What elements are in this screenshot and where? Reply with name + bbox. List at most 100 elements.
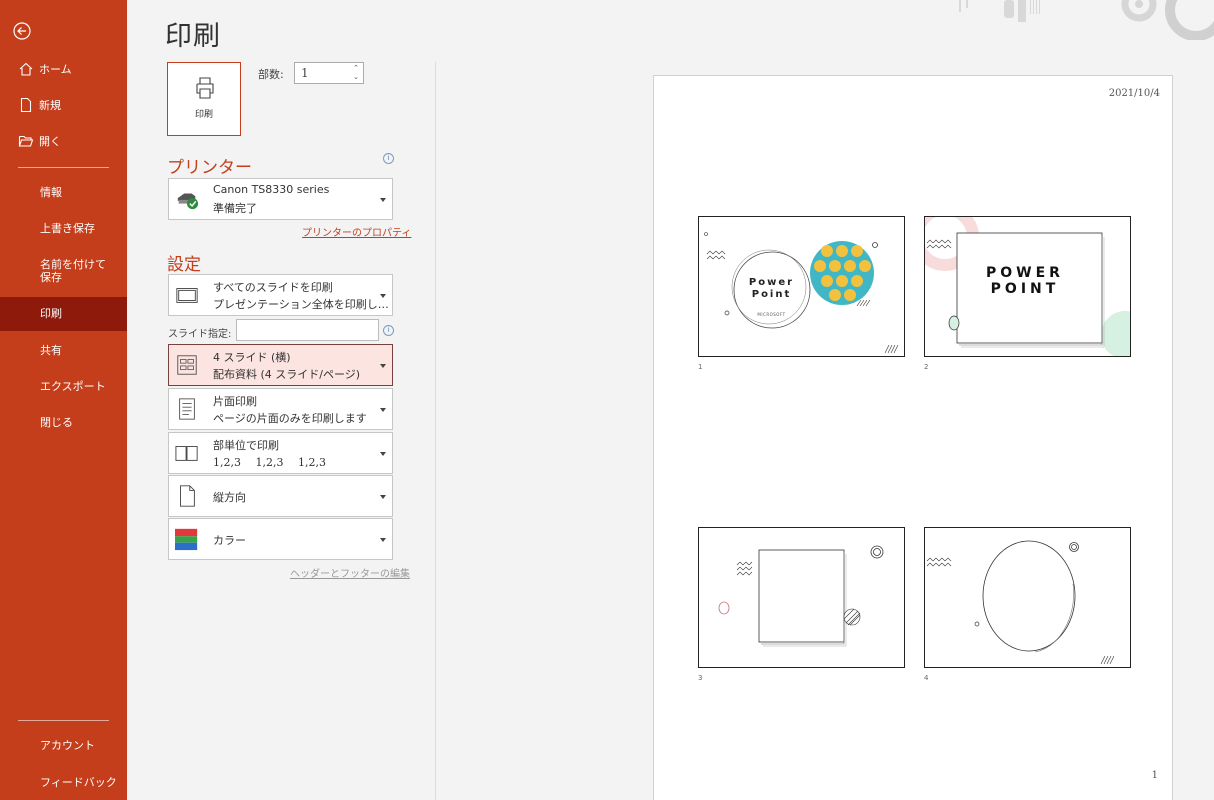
new-document-icon: [20, 97, 32, 113]
printer-dropdown[interactable]: Canon TS8330 series 準備完了: [168, 178, 393, 220]
nav-export-label: エクスポート: [40, 379, 106, 393]
nav-info-label: 情報: [40, 185, 62, 199]
chevron-down-icon: [380, 364, 386, 368]
preview-date: 2021/10/4: [1108, 88, 1160, 99]
print-button[interactable]: 印刷: [167, 62, 241, 136]
slide-thumbnail-3: [698, 527, 905, 668]
header-footer-link[interactable]: ヘッダーとフッターの編集: [290, 565, 410, 580]
nav-close-label: 閉じる: [40, 415, 73, 429]
layout-desc: 配布資料 (4 スライド/ページ): [213, 368, 361, 381]
sidebar-divider-bottom: [18, 720, 109, 721]
slide-number-2: 2: [924, 363, 929, 371]
nav-print[interactable]: 印刷: [0, 297, 127, 331]
collate-dropdown[interactable]: 部単位で印刷 1,2,3 1,2,3 1,2,3: [168, 432, 393, 474]
sides-dropdown[interactable]: 片面印刷 ページの片面のみを印刷します: [168, 388, 393, 430]
color-dropdown[interactable]: カラー: [168, 518, 393, 560]
color-icon: [175, 528, 198, 551]
nav-home[interactable]: ホーム: [0, 52, 127, 86]
color-label: カラー: [213, 534, 246, 547]
decorative-pattern-icon: [959, 0, 1214, 40]
slides-input[interactable]: [236, 319, 379, 341]
nav-feedback[interactable]: フィードバック: [0, 766, 127, 800]
printer-heading: プリンター: [167, 158, 252, 178]
slide-number-4: 4: [924, 674, 929, 682]
slide-3-artwork: [718, 545, 884, 647]
nav-open-label: 開く: [39, 135, 61, 148]
collate-desc: 1,2,3 1,2,3 1,2,3: [213, 456, 326, 469]
slide-number-3: 3: [698, 674, 703, 682]
back-arrow-icon[interactable]: [12, 21, 32, 41]
sides-desc: ページの片面のみを印刷します: [213, 412, 367, 425]
nav-share-label: 共有: [40, 343, 62, 357]
print-preview-page[interactable]: 2021/10/4 Power Point MICROSOFT 1 POWER …: [653, 75, 1173, 800]
slide-1-title-line2: Point: [751, 289, 792, 300]
panel-divider: [435, 62, 436, 800]
copies-input[interactable]: 1 ⌃ ⌄: [294, 62, 364, 84]
info-icon[interactable]: i: [383, 153, 394, 164]
backstage-sidebar: ホーム 新規 開く 情報 上書き保存 名前を付けて保存 印刷 共有 エクスポート…: [0, 0, 127, 800]
printer-status: 準備完了: [213, 202, 257, 215]
nav-feedback-label: フィードバック: [40, 775, 117, 789]
slide-thumbnail-4: [924, 527, 1131, 668]
portrait-icon: [180, 485, 195, 507]
sidebar-divider: [18, 167, 109, 168]
print-range-desc: プレゼンテーション全体を印刷し…: [213, 298, 389, 311]
slide-thumbnail-1: Power Point MICROSOFT: [698, 216, 905, 357]
orientation-label: 縦方向: [213, 491, 246, 504]
copies-spinner[interactable]: ⌃ ⌄: [353, 64, 359, 82]
chevron-down-icon: [380, 495, 386, 499]
chevron-down-icon: [380, 198, 386, 202]
nav-info[interactable]: 情報: [0, 176, 127, 210]
printer-ready-icon: [177, 193, 199, 210]
home-icon: [19, 62, 33, 76]
nav-save-label: 上書き保存: [40, 221, 95, 235]
slide-4-artwork: [926, 540, 1115, 665]
folder-open-icon: [18, 135, 34, 147]
nav-print-label: 印刷: [40, 306, 62, 320]
nav-save[interactable]: 上書き保存: [0, 212, 127, 246]
chevron-down-icon: [380, 408, 386, 412]
slide-thumbnail-2: POWER POINT: [924, 216, 1131, 357]
slide-1-subtitle: MICROSOFT: [757, 312, 786, 317]
printer-name: Canon TS8330 series: [213, 183, 330, 196]
nav-new-label: 新規: [39, 99, 61, 112]
nav-save-as-label: 名前を付けて保存: [40, 258, 106, 284]
print-button-label: 印刷: [194, 110, 213, 120]
nav-new[interactable]: 新規: [0, 88, 127, 122]
all-slides-icon: [176, 288, 198, 303]
nav-close[interactable]: 閉じる: [0, 406, 127, 440]
copies-value: 1: [301, 66, 309, 80]
nav-open[interactable]: 開く: [0, 124, 127, 158]
printer-icon: [196, 77, 214, 99]
chevron-down-icon: [380, 538, 386, 542]
slide-1-title-line1: Power: [748, 277, 795, 288]
copies-label: 部数:: [258, 68, 284, 81]
nav-home-label: ホーム: [39, 63, 72, 76]
print-range-title: すべてのスライドを印刷: [213, 281, 333, 294]
settings-heading: 設定: [167, 255, 201, 275]
orientation-dropdown[interactable]: 縦方向: [168, 475, 393, 517]
collate-title: 部単位で印刷: [213, 439, 279, 452]
nav-save-as[interactable]: 名前を付けて保存: [0, 253, 127, 291]
print-range-dropdown[interactable]: すべてのスライドを印刷 プレゼンテーション全体を印刷し…: [168, 274, 393, 316]
layout-title: 4 スライド (横): [213, 351, 291, 364]
printer-properties-link[interactable]: プリンターのプロパティ: [302, 224, 411, 239]
slide-2-title-line1: POWER: [986, 265, 1064, 281]
chevron-down-icon: [380, 294, 386, 298]
collated-icon: [175, 446, 198, 461]
page-title: 印刷: [165, 21, 221, 52]
four-slides-icon: [177, 355, 197, 375]
layout-dropdown[interactable]: 4 スライド (横) 配布資料 (4 スライド/ページ): [168, 344, 393, 386]
info-icon[interactable]: i: [383, 325, 394, 336]
preview-page-number: 1: [1151, 770, 1158, 781]
nav-account[interactable]: アカウント: [0, 729, 127, 763]
one-sided-icon: [179, 398, 195, 420]
slides-label: スライド指定:: [168, 329, 232, 340]
nav-share[interactable]: 共有: [0, 334, 127, 368]
slide-2-title-line2: POINT: [990, 281, 1060, 297]
slide-number-1: 1: [698, 363, 703, 371]
chevron-down-icon: [380, 452, 386, 456]
sides-title: 片面印刷: [213, 395, 257, 408]
nav-export[interactable]: エクスポート: [0, 370, 127, 404]
nav-account-label: アカウント: [40, 738, 95, 752]
